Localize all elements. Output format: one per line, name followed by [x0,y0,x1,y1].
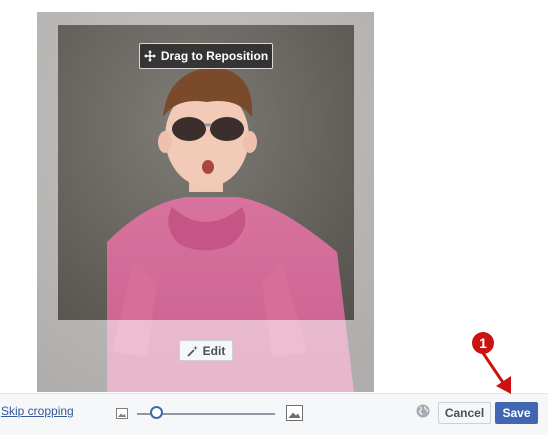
edit-label: Edit [202,343,226,358]
crop-mask-right [354,12,374,392]
skip-cropping-link[interactable]: Skip cropping [1,404,74,418]
edit-photo-button[interactable]: Edit [179,340,233,361]
move-arrows-icon [143,50,156,62]
photo-crop-area[interactable] [37,12,374,392]
crop-mask-left [37,12,58,392]
globe-icon[interactable] [416,404,430,418]
crop-mask-top [58,12,354,25]
zoom-out-image-icon[interactable] [116,408,128,419]
reposition-label: Drag to Reposition [160,49,269,63]
save-button[interactable]: Save [495,402,538,424]
drag-to-reposition-button[interactable]: Drag to Reposition [139,43,273,69]
red-arrow-icon [479,348,511,394]
cancel-button[interactable]: Cancel [438,402,491,424]
zoom-in-image-icon[interactable] [286,405,303,421]
magic-wand-icon [187,345,198,357]
zoom-slider-handle[interactable] [149,406,163,419]
